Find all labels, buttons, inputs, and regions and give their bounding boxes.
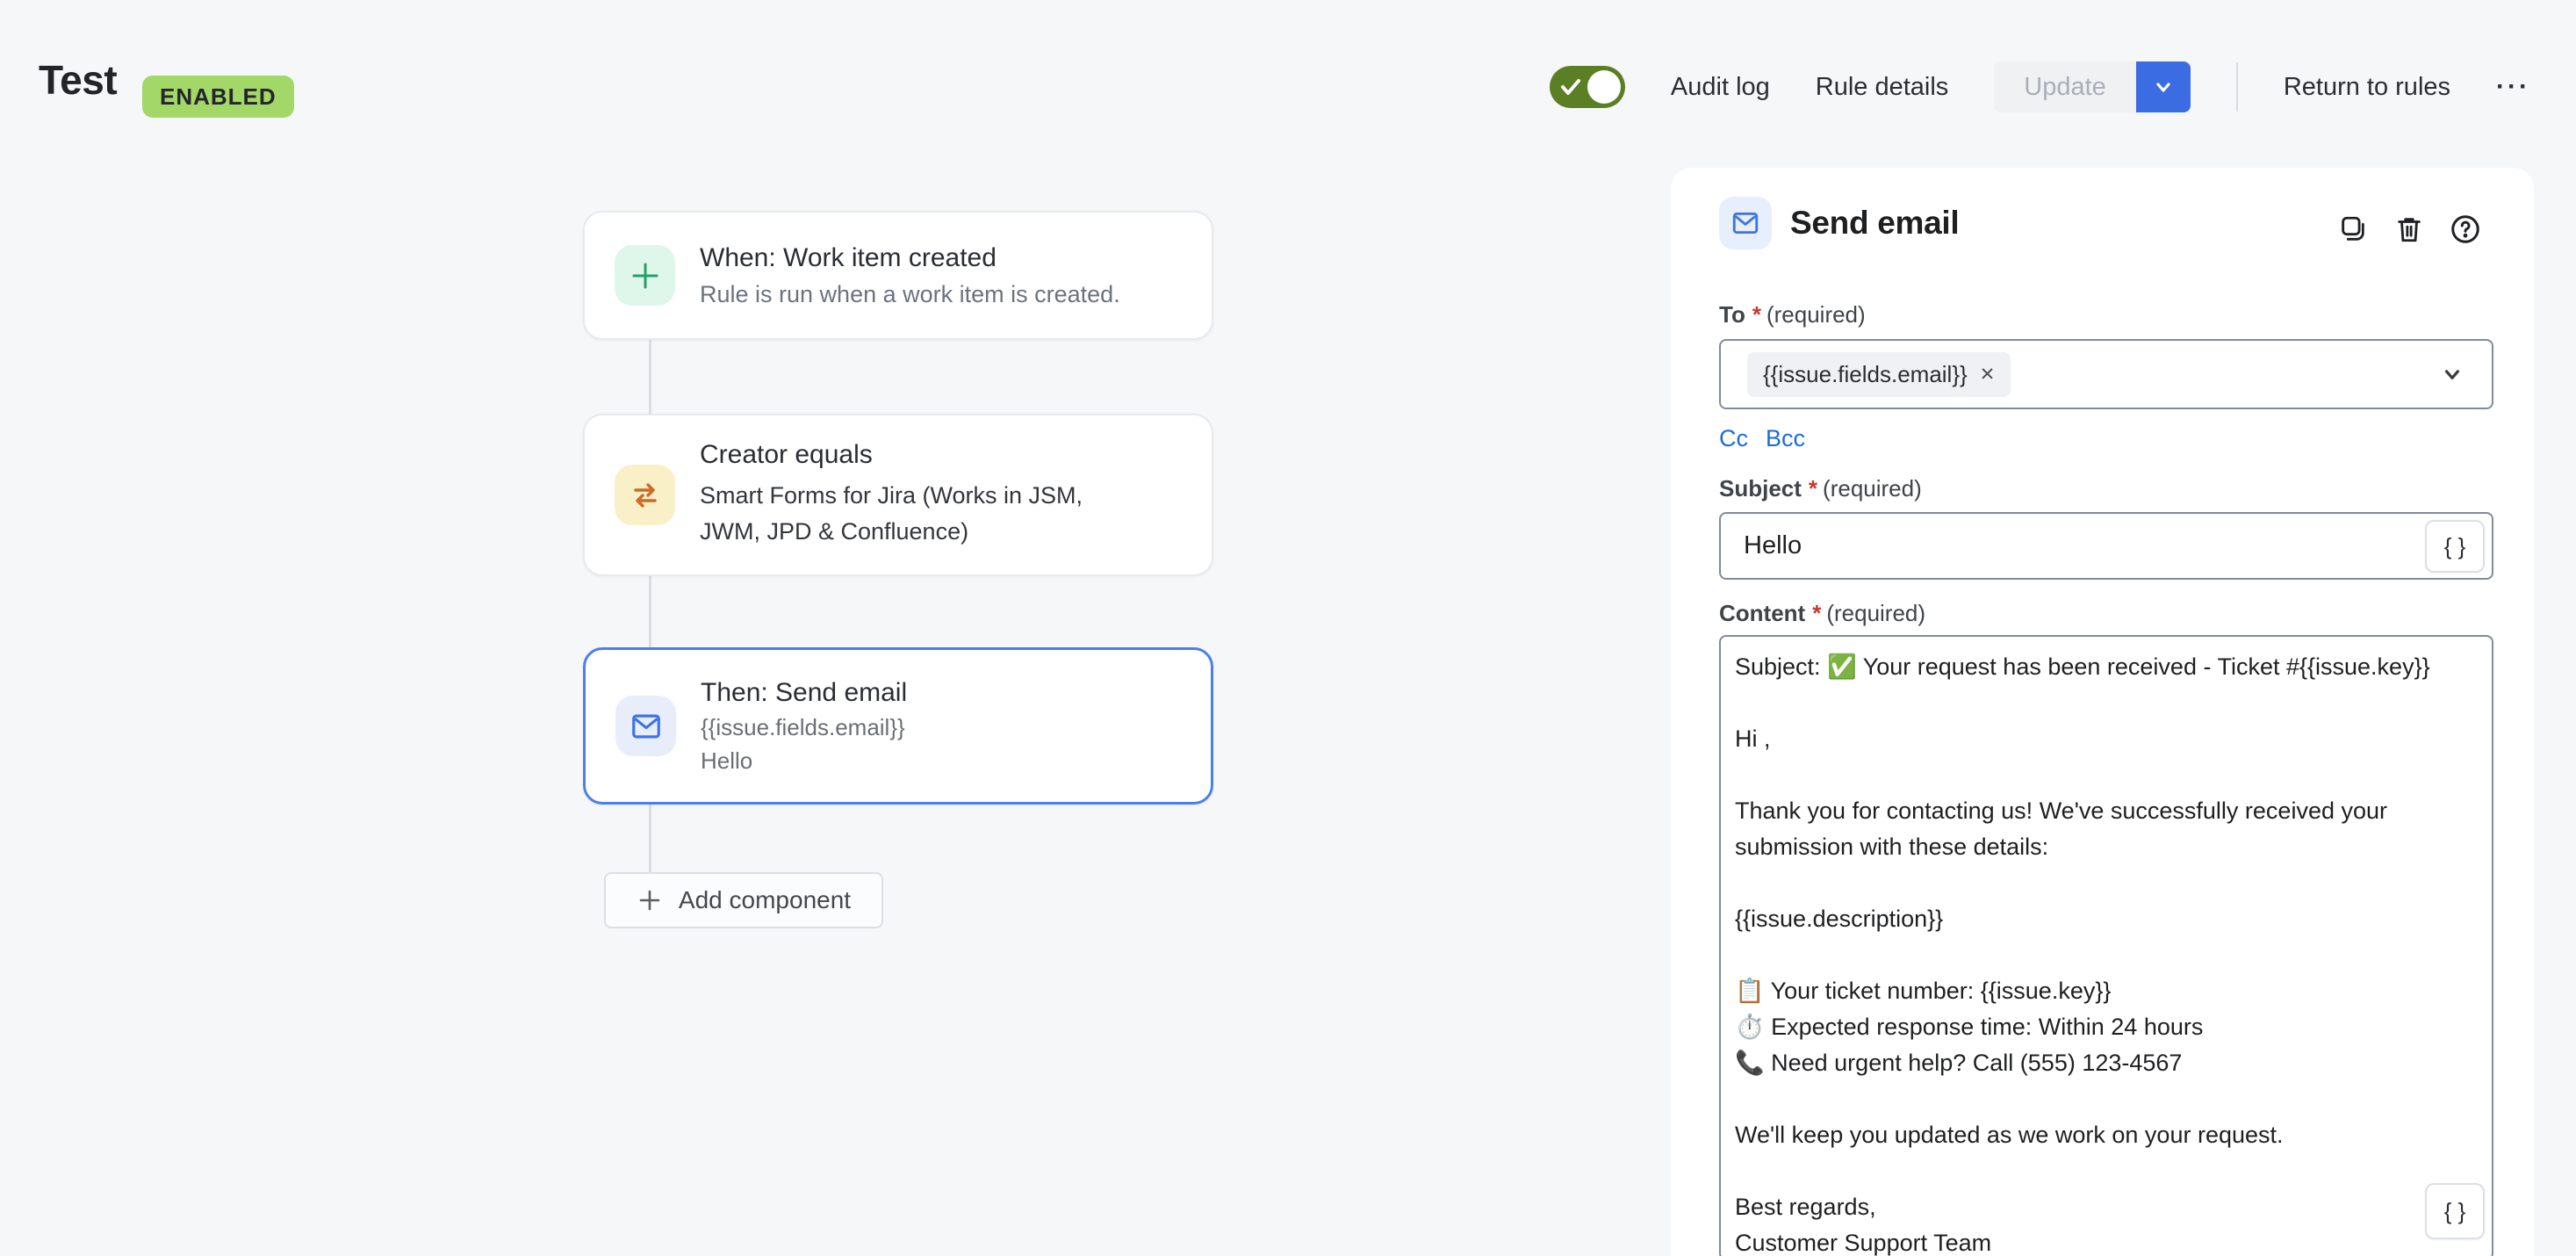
- condition-card-text: Creator equals Smart Forms for Jira (Wor…: [700, 440, 1130, 550]
- swap-arrows-icon: [615, 465, 675, 525]
- bcc-link[interactable]: Bcc: [1766, 425, 1805, 452]
- update-split-button: Update: [1994, 61, 2191, 112]
- to-label: To*(required): [1719, 301, 1866, 328]
- smart-values-button[interactable]: { }: [2425, 520, 2485, 573]
- add-component-button[interactable]: Add component: [604, 872, 883, 928]
- more-options-button[interactable]: ···: [2496, 72, 2530, 102]
- update-button[interactable]: Update: [1994, 61, 2136, 112]
- toolbar: Audit log Rule details Update Return to …: [1550, 60, 2530, 114]
- required-text: (required): [1823, 475, 1922, 502]
- trigger-description: Rule is run when a work item is created.: [700, 281, 1120, 308]
- required-asterisk: *: [1745, 301, 1767, 328]
- chevron-down-icon: [2151, 75, 2176, 99]
- delete-button[interactable]: [2392, 212, 2427, 247]
- rule-enabled-toggle[interactable]: [1550, 66, 1625, 108]
- condition-title: Creator equals: [700, 440, 1130, 470]
- add-component-label: Add component: [679, 886, 851, 914]
- check-icon: [1559, 76, 1582, 97]
- condition-card[interactable]: Creator equals Smart Forms for Jira (Wor…: [583, 414, 1213, 576]
- trash-icon: [2394, 214, 2424, 244]
- page-title: Test: [39, 56, 117, 104]
- toolbar-divider: [2236, 62, 2238, 112]
- cc-link[interactable]: Cc: [1719, 425, 1748, 452]
- plus-icon: [615, 245, 675, 306]
- panel-title: Send email: [1790, 205, 1959, 242]
- return-to-rules-button[interactable]: Return to rules: [2284, 73, 2450, 102]
- content-label-text: Content: [1719, 600, 1805, 626]
- toggle-knob: [1587, 70, 1621, 104]
- panel-actions: [2335, 212, 2483, 247]
- subject-value: Hello: [1744, 531, 1802, 560]
- chevron-down-icon: [2439, 361, 2465, 387]
- required-asterisk: *: [1805, 600, 1826, 626]
- connector-line: [649, 339, 651, 415]
- subject-label: Subject*(required): [1719, 475, 1922, 502]
- content-label: Content*(required): [1719, 600, 1925, 627]
- recipient-chip[interactable]: {{issue.fields.email}} ✕: [1747, 352, 2011, 397]
- trigger-card[interactable]: When: Work item created Rule is run when…: [583, 211, 1213, 340]
- content-text[interactable]: Subject: ✅ Your request has been receive…: [1721, 637, 2492, 1256]
- email-icon: [615, 696, 676, 756]
- duplicate-button[interactable]: [2335, 212, 2371, 247]
- rule-details-button[interactable]: Rule details: [1816, 73, 1949, 102]
- copy-icon: [2338, 214, 2368, 244]
- to-input[interactable]: {{issue.fields.email}} ✕: [1719, 339, 2493, 409]
- audit-log-button[interactable]: Audit log: [1671, 73, 1770, 102]
- action-description-1: {{issue.fields.email}}: [701, 714, 907, 741]
- question-icon: [2450, 213, 2481, 245]
- connector-line: [649, 803, 651, 873]
- recipient-chip-label: {{issue.fields.email}}: [1763, 361, 1968, 388]
- chip-remove-icon[interactable]: ✕: [1980, 364, 1996, 386]
- action-title: Then: Send email: [701, 678, 907, 708]
- smart-values-button[interactable]: { }: [2425, 1183, 2485, 1239]
- action-description-2: Hello: [701, 747, 907, 775]
- required-asterisk: *: [1802, 475, 1823, 502]
- to-dropdown-button[interactable]: [2439, 361, 2465, 387]
- email-icon: [1719, 197, 1772, 249]
- required-text: (required): [1826, 600, 1925, 626]
- subject-input[interactable]: Hello { }: [1719, 512, 2493, 580]
- plus-icon: [637, 887, 663, 913]
- help-button[interactable]: [2448, 212, 2483, 247]
- cc-bcc-links: Cc Bcc: [1719, 425, 1805, 452]
- trigger-card-text: When: Work item created Rule is run when…: [700, 243, 1120, 308]
- condition-description: Smart Forms for Jira (Works in JSM, JWM,…: [700, 478, 1130, 550]
- action-card-text: Then: Send email {{issue.fields.email}} …: [701, 678, 907, 775]
- action-card[interactable]: Then: Send email {{issue.fields.email}} …: [583, 647, 1213, 805]
- update-dropdown-button[interactable]: [2136, 61, 2191, 112]
- subject-label-text: Subject: [1719, 475, 1802, 502]
- required-text: (required): [1767, 301, 1866, 328]
- to-label-text: To: [1719, 301, 1745, 328]
- content-editor[interactable]: Subject: ✅ Your request has been receive…: [1719, 635, 2493, 1256]
- connector-line: [649, 575, 651, 649]
- status-badge: ENABLED: [142, 76, 294, 118]
- trigger-title: When: Work item created: [700, 243, 1120, 273]
- send-email-config-panel: Send email To*(required): [1671, 168, 2534, 1256]
